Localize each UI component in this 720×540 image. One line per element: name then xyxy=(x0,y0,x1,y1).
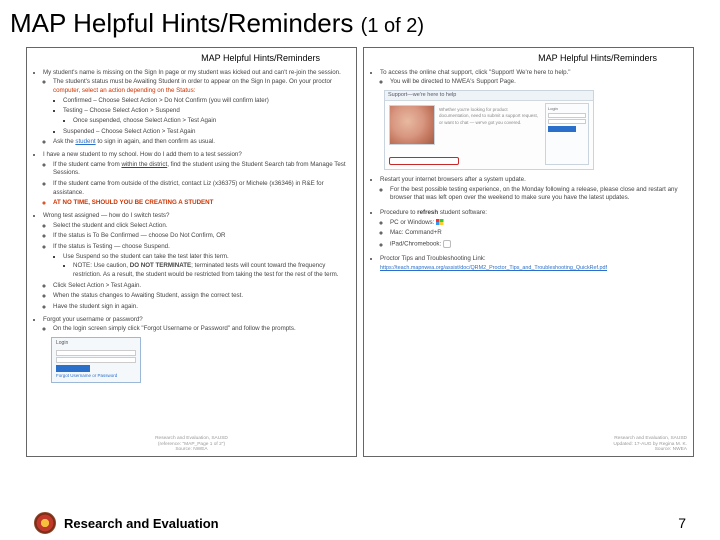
ls-b3f: Have the student sign in again. xyxy=(53,303,350,312)
ls-b3b: If the status is To Be Confirmed — choos… xyxy=(53,232,350,241)
ls-b1b: Ask the student to sign in again, and th… xyxy=(53,138,350,147)
ls-b1a-ii: Testing – Choose Select Action > Suspend… xyxy=(63,107,350,125)
ls-b2a: If the student came from within the dist… xyxy=(53,161,350,178)
login-button xyxy=(56,365,90,372)
ls-b3c1a: NOTE: Use caution, DO NOT TERMINATE; ter… xyxy=(73,262,350,279)
ls-b3a: Select the student and click Select Acti… xyxy=(53,222,350,231)
slide-left-heading: MAP Helpful Hints/Reminders xyxy=(33,52,350,65)
ls-b4: Forgot your username or password? On the… xyxy=(43,316,350,334)
slide-right-footer: Research and Evaluation, SAUSD Updated: … xyxy=(613,436,687,453)
dept-logo-icon xyxy=(34,512,56,534)
windows-icon xyxy=(436,219,444,226)
ls-b1: My student's name is missing on the Sign… xyxy=(43,69,350,147)
rs-b2a: For the best possible testing experience… xyxy=(390,186,687,203)
rs-b3a: PC or Windows: xyxy=(390,219,687,228)
footer-page-number: 7 xyxy=(678,515,686,531)
ls-b3: Wrong test assigned — how do I switch te… xyxy=(43,212,350,312)
ls-b2: I have a new student to my school. How d… xyxy=(43,151,350,208)
support-cta-highlight xyxy=(389,157,459,165)
ls-b1a: The student's status must be Awaiting St… xyxy=(53,78,350,136)
slide-left: MAP Helpful Hints/Reminders My student's… xyxy=(26,47,357,457)
title-main: MAP Helpful Hints/Reminders xyxy=(10,8,353,38)
slide-left-footer: Research and Evaluation, SAUSD (referenc… xyxy=(27,436,356,453)
support-login-button xyxy=(548,126,576,132)
ls-b2b: If the student came from outside of the … xyxy=(53,180,350,197)
ls-b1a-iii: Suspended – Choose Select Action > Test … xyxy=(63,128,350,137)
support-hands-image xyxy=(389,105,435,145)
slide-right: MAP Helpful Hints/Reminders To access th… xyxy=(363,47,694,457)
ls-b1a-ii-1: Once suspended, choose Select Action > T… xyxy=(73,117,350,126)
rs-b3c: iPad/Chromebook: xyxy=(390,240,687,249)
login-forgot-link: Forgot Username or Password xyxy=(52,372,140,380)
ls-b2c: AT NO TIME, SHOULD YOU BE CREATING A STU… xyxy=(53,199,350,208)
app-icon xyxy=(443,240,451,248)
login-pass-field xyxy=(56,357,136,363)
rs-b4-link: https://teach.mapnwea.org/assist/doc/QRM… xyxy=(380,265,607,271)
support-login-panel: Login xyxy=(545,103,589,165)
slides-container: MAP Helpful Hints/Reminders My student's… xyxy=(0,43,720,457)
ls-b3d: Click Select Action > Test Again. xyxy=(53,282,350,291)
support-bar: Support—we're here to help xyxy=(385,91,593,101)
rs-b1: To access the online chat support, click… xyxy=(380,69,687,87)
slide-right-heading: MAP Helpful Hints/Reminders xyxy=(370,52,687,65)
rs-b1a: You will be directed to NWEA's Support P… xyxy=(390,78,687,87)
ls-b3e: When the status changes to Awaiting Stud… xyxy=(53,292,350,301)
support-blurb: Whether you're looking for product docum… xyxy=(439,107,539,126)
support-login-title: Login xyxy=(548,106,586,112)
ls-b3c: If the status is Testing — choose Suspen… xyxy=(53,243,350,280)
login-title: Login xyxy=(52,338,140,349)
ls-b4a: On the login screen simply click "Forgot… xyxy=(53,325,350,334)
rs-b3: Procedure to refresh student software: P… xyxy=(380,209,687,249)
login-user-field xyxy=(56,350,136,356)
ls-b1a-i: Confirmed – Choose Select Action > Do No… xyxy=(63,97,350,106)
support-login-field xyxy=(548,119,586,124)
support-screenshot: Support—we're here to help Whether you'r… xyxy=(384,90,594,170)
rs-b4: Proctor Tips and Troubleshooting Link: h… xyxy=(380,255,687,272)
footer-dept: Research and Evaluation xyxy=(64,516,219,531)
support-login-field xyxy=(548,113,586,118)
login-screenshot: Login Forgot Username or Password xyxy=(51,337,141,383)
page-title: MAP Helpful Hints/Reminders (1 of 2) xyxy=(0,0,720,43)
title-page-indicator: (1 of 2) xyxy=(361,15,424,37)
rs-b3b: Mac: Command+R xyxy=(390,229,687,238)
ls-b3c1: Use Suspend so the student can take the … xyxy=(63,253,350,280)
rs-b2: Restart your internet browsers after a s… xyxy=(380,176,687,203)
footer-bar: Research and Evaluation 7 xyxy=(0,512,720,534)
